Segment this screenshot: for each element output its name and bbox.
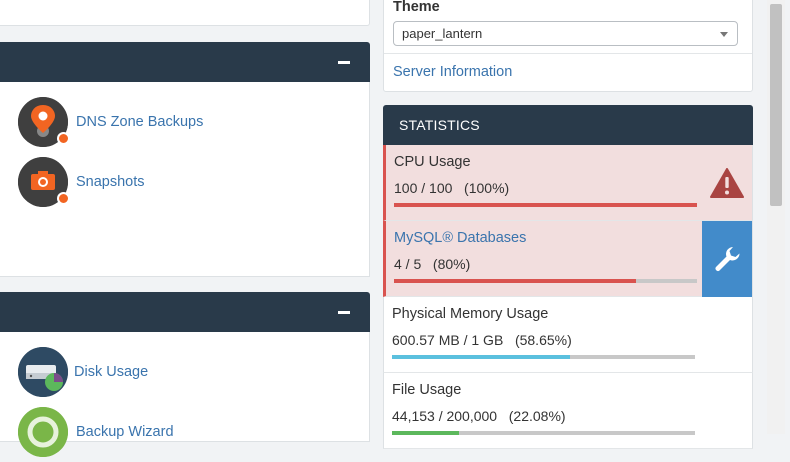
mysql-databases-link[interactable]: MySQL® Databases bbox=[394, 230, 526, 246]
stat-value: 600.57 MB / 1 GB (58.65%) bbox=[392, 332, 572, 348]
stat-value: 4 / 5 (80%) bbox=[394, 256, 471, 272]
files-section-body: DNS Zone Backups Snapshots bbox=[0, 82, 370, 277]
files-section-header[interactable] bbox=[0, 42, 370, 82]
stat-row-cpu-usage: CPU Usage 100 / 100 (100%) bbox=[383, 145, 753, 221]
stat-progress-fill bbox=[392, 355, 570, 359]
stat-progress-fill bbox=[394, 203, 697, 207]
app-label[interactable]: DNS Zone Backups bbox=[76, 114, 203, 130]
metrics-section-body: Disk Usage Backup Wizard bbox=[0, 332, 370, 457]
server-information-link[interactable]: Server Information bbox=[393, 64, 512, 80]
stat-progress-fill bbox=[392, 431, 459, 435]
chevron-down-icon bbox=[720, 32, 728, 37]
app-item-disk-usage[interactable]: Disk Usage bbox=[18, 347, 148, 397]
backup-wizard-icon bbox=[18, 407, 68, 457]
app-item-snapshots[interactable]: Snapshots bbox=[18, 157, 145, 207]
warning-icon bbox=[702, 145, 752, 221]
app-item-backup-wizard[interactable]: Backup Wizard bbox=[18, 407, 174, 457]
top-panel-remnant bbox=[0, 0, 370, 26]
wrench-icon[interactable] bbox=[702, 221, 752, 297]
app-label[interactable]: Disk Usage bbox=[74, 364, 148, 380]
badge-icon bbox=[57, 132, 70, 145]
stat-progress-bar bbox=[394, 203, 697, 207]
theme-select-value: paper_lantern bbox=[402, 26, 483, 41]
camera-icon bbox=[18, 157, 70, 207]
page-scrollbar[interactable] bbox=[767, 0, 785, 434]
theme-label: Theme bbox=[393, 0, 440, 15]
scrollbar-thumb[interactable] bbox=[770, 4, 782, 206]
stat-value: 100 / 100 (100%) bbox=[394, 180, 510, 196]
collapse-icon[interactable] bbox=[338, 61, 350, 64]
left-column: DNS Zone Backups Snapshots Disk Usage Ba… bbox=[0, 0, 370, 457]
stat-name: CPU Usage bbox=[394, 154, 471, 170]
app-label[interactable]: Backup Wizard bbox=[76, 424, 174, 440]
stat-row-file-usage: File Usage 44,153 / 200,000 (22.08%) bbox=[383, 373, 753, 449]
badge-icon bbox=[57, 192, 70, 205]
statistics-header: STATISTICS bbox=[383, 105, 753, 145]
stat-progress-bar bbox=[392, 355, 695, 359]
divider bbox=[384, 53, 752, 54]
stat-progress-fill bbox=[394, 279, 637, 283]
map-pin-icon bbox=[18, 97, 70, 147]
stat-progress-bar bbox=[392, 431, 695, 435]
stat-progress-bar bbox=[394, 279, 697, 283]
metrics-section-header[interactable] bbox=[0, 292, 370, 332]
theme-panel: Theme paper_lantern Server Information bbox=[383, 0, 753, 92]
stat-name: File Usage bbox=[392, 382, 462, 398]
stat-row-mysql-databases: MySQL® Databases 4 / 5 (80%) bbox=[383, 221, 753, 297]
app-label[interactable]: Snapshots bbox=[76, 174, 145, 190]
stat-name: Physical Memory Usage bbox=[392, 306, 549, 322]
disk-usage-icon bbox=[18, 347, 68, 397]
stat-value: 44,153 / 200,000 (22.08%) bbox=[392, 408, 566, 424]
app-item-dns-zone-backups[interactable]: DNS Zone Backups bbox=[18, 97, 203, 147]
collapse-icon[interactable] bbox=[338, 311, 350, 314]
theme-select[interactable]: paper_lantern bbox=[393, 21, 738, 46]
stat-row-physical-memory: Physical Memory Usage 600.57 MB / 1 GB (… bbox=[383, 297, 753, 373]
statistics-title: STATISTICS bbox=[399, 117, 480, 133]
